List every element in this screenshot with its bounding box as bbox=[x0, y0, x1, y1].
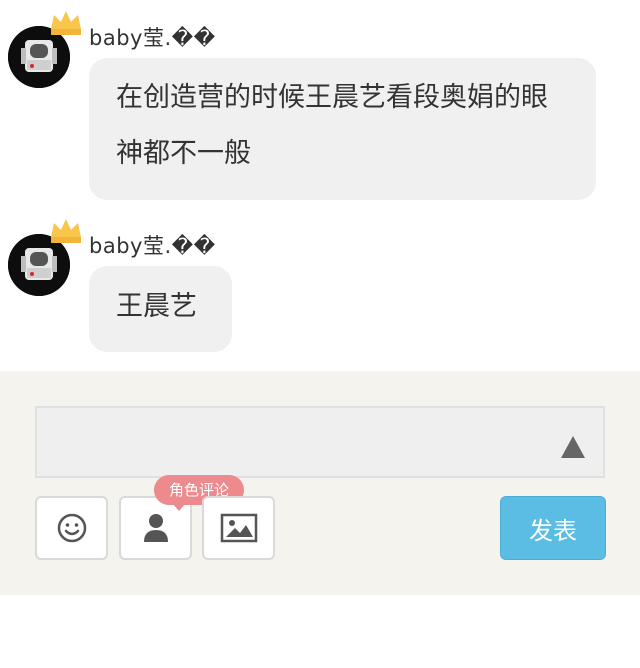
comment-input[interactable] bbox=[35, 406, 605, 478]
image-button[interactable] bbox=[202, 496, 275, 560]
username[interactable]: baby莹.�� bbox=[89, 230, 216, 260]
comment-text: 王晨艺 bbox=[116, 291, 197, 322]
collapse-triangle-icon[interactable] bbox=[561, 436, 585, 458]
crown-icon bbox=[51, 11, 81, 35]
username[interactable]: baby莹.�� bbox=[89, 22, 216, 52]
comment-bubble: 王晨艺 bbox=[89, 266, 232, 352]
role-comment-tag-tail bbox=[172, 503, 186, 511]
comment-text: 在创造营的时候王晨艺看段奥娟的眼神都不一般 bbox=[116, 82, 548, 169]
crown-icon bbox=[51, 219, 81, 243]
send-button[interactable]: 发表 bbox=[500, 496, 606, 560]
comment-bubble: 在创造营的时候王晨艺看段奥娟的眼神都不一般 bbox=[89, 58, 596, 200]
image-icon bbox=[220, 513, 257, 543]
comment-composer: 角色评论 发表 bbox=[0, 371, 640, 595]
emoji-button[interactable] bbox=[35, 496, 108, 560]
person-icon bbox=[143, 514, 168, 542]
emoji-icon bbox=[57, 513, 86, 543]
